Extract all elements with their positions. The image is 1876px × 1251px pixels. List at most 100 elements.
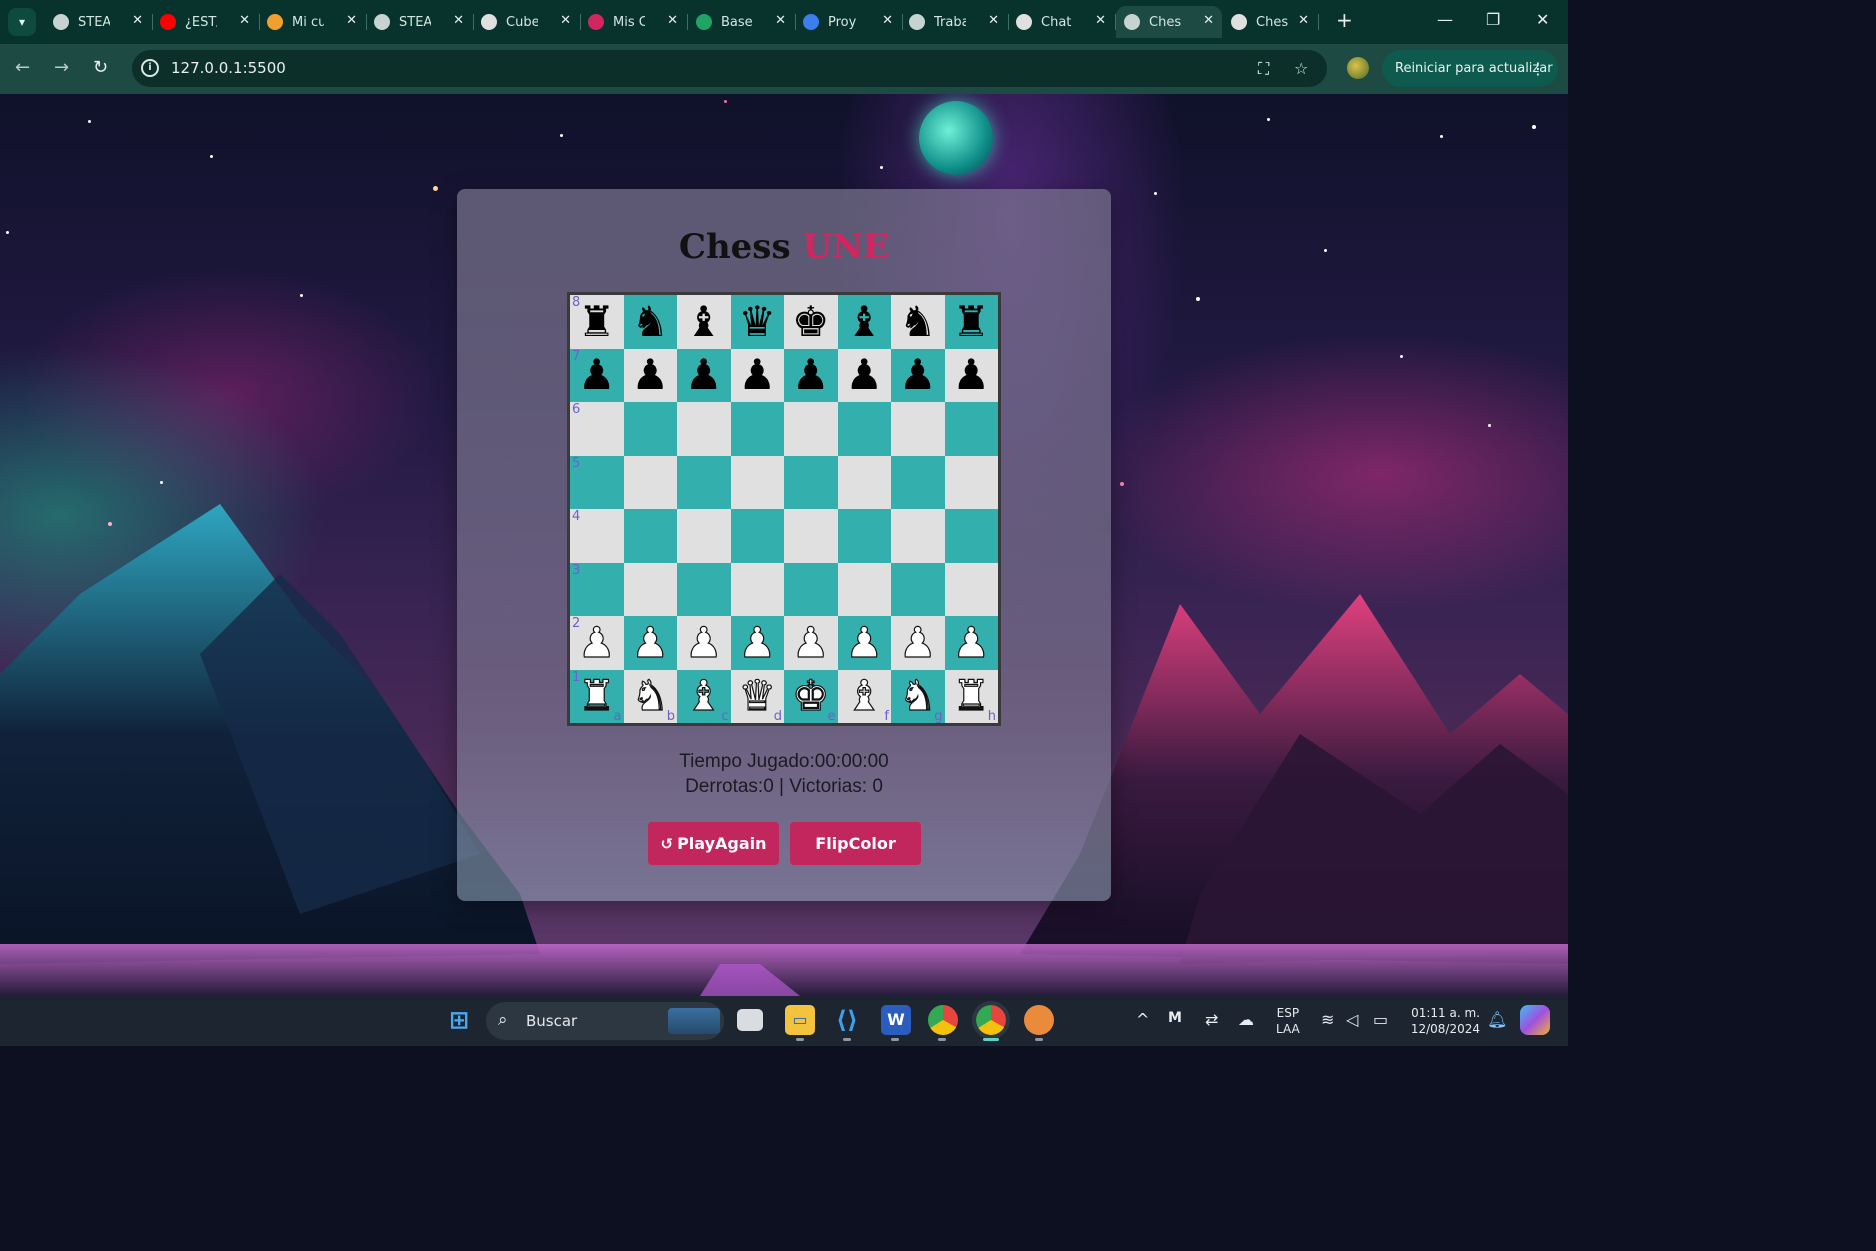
board-square[interactable]: 7 ♟ bbox=[570, 348, 624, 402]
board-square[interactable] bbox=[677, 402, 731, 456]
minimize-icon[interactable]: — bbox=[1437, 10, 1453, 29]
close-tab-icon[interactable]: ✕ bbox=[667, 13, 678, 28]
close-tab-icon[interactable]: ✕ bbox=[1095, 13, 1106, 28]
board-square[interactable]: ♝ bbox=[837, 295, 891, 349]
board-square[interactable] bbox=[677, 509, 731, 563]
board-square[interactable] bbox=[784, 402, 838, 456]
board-square[interactable] bbox=[623, 562, 677, 616]
file-explorer-icon[interactable]: ▭ bbox=[785, 1005, 815, 1035]
board-square[interactable] bbox=[944, 402, 998, 456]
board-square[interactable] bbox=[944, 509, 998, 563]
black-pawn-icon[interactable]: ♟ bbox=[845, 354, 883, 396]
white-rook-icon[interactable]: ♜ bbox=[952, 674, 991, 717]
forward-icon[interactable]: → bbox=[54, 57, 69, 78]
restore-icon[interactable]: ❐ bbox=[1486, 10, 1500, 29]
board-square[interactable]: ♟ bbox=[623, 616, 677, 670]
board-square[interactable]: ♛ bbox=[730, 295, 784, 349]
black-knight-icon[interactable]: ♞ bbox=[899, 300, 937, 343]
board-square[interactable] bbox=[730, 562, 784, 616]
board-square[interactable] bbox=[784, 455, 838, 509]
restart-update-button[interactable]: Reiniciar para actualizar ⋮ bbox=[1382, 50, 1558, 87]
close-tab-icon[interactable]: ✕ bbox=[1298, 13, 1309, 28]
board-square[interactable] bbox=[677, 562, 731, 616]
board-square[interactable]: 5 bbox=[570, 455, 624, 509]
board-square[interactable]: ♞ bbox=[891, 295, 945, 349]
browser-tab[interactable]: ¿EST/ ✕ bbox=[152, 6, 260, 38]
board-square[interactable] bbox=[784, 509, 838, 563]
browser-tab[interactable]: Cube ✕ bbox=[473, 6, 581, 38]
white-pawn-icon[interactable]: ♟ bbox=[738, 621, 777, 664]
board-square[interactable] bbox=[837, 402, 891, 456]
chess-board[interactable]: 8 ♜ ♞ ♝ ♛ ♚ ♝ ♞ ♜ 7 ♟ ♟ ♟ ♟ ♟ ♟ ♟ ♟ 6 5 4 3 2 ♟ ♟ ♟ ♟ ♟ ♟ ♟ ♟ 1 a ♜ b ♞ c ♝ d ♛… bbox=[567, 292, 1001, 726]
volume-icon[interactable]: ◁ bbox=[1346, 1010, 1358, 1029]
board-square[interactable]: d ♛ bbox=[730, 669, 784, 723]
board-square[interactable] bbox=[944, 455, 998, 509]
board-square[interactable]: 2 ♟ bbox=[570, 616, 624, 670]
tray-chevron-icon[interactable]: ^ bbox=[1136, 1010, 1149, 1029]
site-info-icon[interactable]: i bbox=[141, 59, 159, 77]
board-square[interactable]: ♟ bbox=[784, 348, 838, 402]
board-square[interactable]: 3 bbox=[570, 562, 624, 616]
board-square[interactable]: ♟ bbox=[944, 616, 998, 670]
board-square[interactable]: g ♞ bbox=[891, 669, 945, 723]
board-square[interactable]: ♟ bbox=[837, 616, 891, 670]
board-square[interactable]: ♟ bbox=[677, 616, 731, 670]
address-url[interactable]: 127.0.0.1:5500 bbox=[171, 59, 286, 77]
board-square[interactable]: ♟ bbox=[837, 348, 891, 402]
black-queen-icon[interactable]: ♛ bbox=[738, 300, 776, 343]
language-indicator[interactable]: ESP LAA bbox=[1276, 1005, 1300, 1037]
cloud-icon[interactable]: ☁ bbox=[1238, 1010, 1254, 1029]
address-bar[interactable]: i 127.0.0.1:5500 ⛶ ☆ bbox=[132, 50, 1327, 87]
white-queen-icon[interactable]: ♛ bbox=[738, 674, 777, 717]
close-tab-icon[interactable]: ✕ bbox=[132, 13, 143, 28]
black-rook-icon[interactable]: ♜ bbox=[952, 300, 990, 343]
board-square[interactable] bbox=[784, 562, 838, 616]
close-tab-icon[interactable]: ✕ bbox=[453, 13, 464, 28]
browser-tab[interactable]: STEA ✕ bbox=[45, 6, 153, 38]
chrome-active-icon[interactable] bbox=[972, 1001, 1010, 1039]
chrome-icon[interactable] bbox=[928, 1005, 958, 1035]
black-king-icon[interactable]: ♚ bbox=[792, 300, 830, 343]
white-bishop-icon[interactable]: ♝ bbox=[845, 674, 884, 717]
board-square[interactable] bbox=[891, 402, 945, 456]
black-pawn-icon[interactable]: ♟ bbox=[792, 354, 830, 396]
close-window-icon[interactable]: ✕ bbox=[1536, 10, 1549, 29]
board-square[interactable] bbox=[623, 455, 677, 509]
board-square[interactable]: ♝ bbox=[677, 295, 731, 349]
board-square[interactable]: ♟ bbox=[677, 348, 731, 402]
board-square[interactable] bbox=[891, 562, 945, 616]
white-pawn-icon[interactable]: ♟ bbox=[684, 621, 723, 664]
white-king-icon[interactable]: ♚ bbox=[791, 674, 830, 717]
browser-tab[interactable]: Mi cu ✕ bbox=[259, 6, 367, 38]
board-square[interactable]: 6 bbox=[570, 402, 624, 456]
board-square[interactable]: ♞ bbox=[623, 295, 677, 349]
white-bishop-icon[interactable]: ♝ bbox=[684, 674, 723, 717]
browser-tab[interactable]: Base ✕ bbox=[688, 6, 796, 38]
board-square[interactable] bbox=[730, 402, 784, 456]
close-tab-icon[interactable]: ✕ bbox=[239, 13, 250, 28]
board-square[interactable] bbox=[730, 509, 784, 563]
browser-tab[interactable]: Mis C ✕ bbox=[580, 6, 688, 38]
task-view-icon[interactable] bbox=[737, 1009, 763, 1031]
black-rook-icon[interactable]: ♜ bbox=[578, 300, 616, 343]
board-square[interactable]: ♟ bbox=[730, 348, 784, 402]
browser-tab[interactable]: STEA ✕ bbox=[366, 6, 474, 38]
board-square[interactable]: ♟ bbox=[623, 348, 677, 402]
black-pawn-icon[interactable]: ♟ bbox=[578, 354, 616, 396]
board-square[interactable]: ♚ bbox=[784, 295, 838, 349]
word-icon[interactable]: W bbox=[881, 1005, 911, 1035]
black-pawn-icon[interactable]: ♟ bbox=[631, 354, 669, 396]
close-tab-icon[interactable]: ✕ bbox=[775, 13, 786, 28]
back-icon[interactable]: ← bbox=[15, 57, 30, 78]
board-square[interactable]: b ♞ bbox=[623, 669, 677, 723]
board-square[interactable]: ♟ bbox=[944, 348, 998, 402]
board-square[interactable]: ♟ bbox=[730, 616, 784, 670]
white-pawn-icon[interactable]: ♟ bbox=[631, 621, 670, 664]
board-square[interactable] bbox=[891, 455, 945, 509]
board-square[interactable] bbox=[837, 562, 891, 616]
close-tab-icon[interactable]: ✕ bbox=[346, 13, 357, 28]
profile-avatar[interactable] bbox=[1347, 57, 1369, 79]
browser-tab[interactable]: Traba ✕ bbox=[901, 6, 1009, 38]
flip-color-button[interactable]: FlipColor bbox=[790, 822, 921, 865]
board-square[interactable]: ♟ bbox=[784, 616, 838, 670]
